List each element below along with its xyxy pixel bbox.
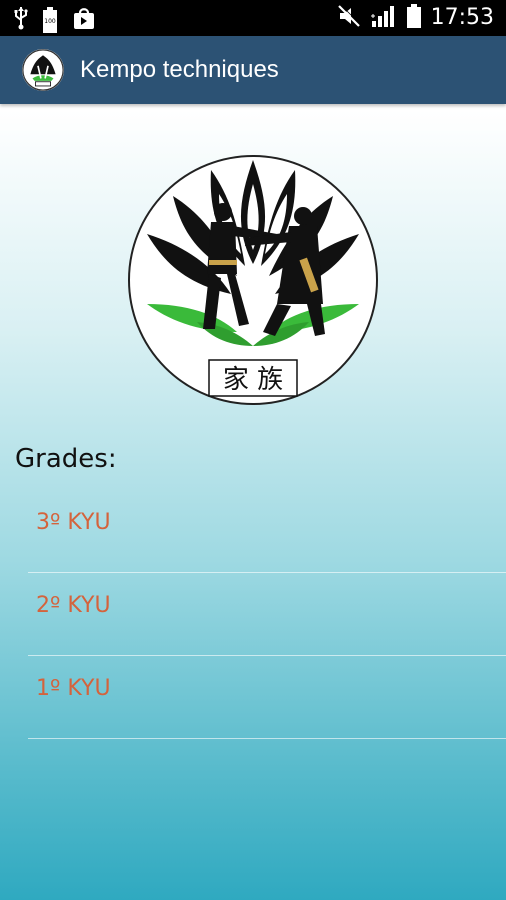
grade-label: 2º KYU bbox=[36, 593, 111, 618]
app-title: Kempo techniques bbox=[80, 56, 279, 83]
status-time: 17:53 bbox=[430, 5, 494, 30]
grade-item-2-kyu[interactable]: 2º KYU bbox=[28, 573, 506, 655]
mute-icon bbox=[337, 4, 361, 32]
grade-item-3-kyu[interactable]: 3º KYU bbox=[28, 490, 506, 572]
grade-divider bbox=[28, 738, 506, 739]
app-screen: 100 17:53 Kempo techniques 家 族 Grades: 3… bbox=[0, 0, 506, 900]
battery-percentage-label: 100 bbox=[44, 18, 56, 25]
status-bar: 100 17:53 bbox=[0, 0, 506, 36]
store-bag-icon bbox=[72, 6, 96, 34]
battery-full-icon: 100 bbox=[42, 7, 58, 33]
grade-label: 3º KYU bbox=[36, 510, 111, 535]
grade-label: 1º KYU bbox=[36, 676, 111, 701]
battery-icon bbox=[406, 4, 421, 32]
notification-icons: 100 bbox=[14, 6, 96, 34]
signal-icon bbox=[370, 4, 397, 32]
kempo-logo-icon[interactable] bbox=[22, 49, 64, 91]
grade-item-1-kyu[interactable]: 1º KYU bbox=[28, 656, 506, 738]
grades-heading: Grades: bbox=[15, 444, 117, 474]
logo-caption: 家 族 bbox=[223, 365, 283, 395]
usb-icon bbox=[14, 6, 28, 34]
action-bar: Kempo techniques bbox=[0, 36, 506, 104]
kempo-main-logo: 家 族 bbox=[127, 154, 379, 406]
system-icons: 17:53 bbox=[337, 4, 494, 32]
